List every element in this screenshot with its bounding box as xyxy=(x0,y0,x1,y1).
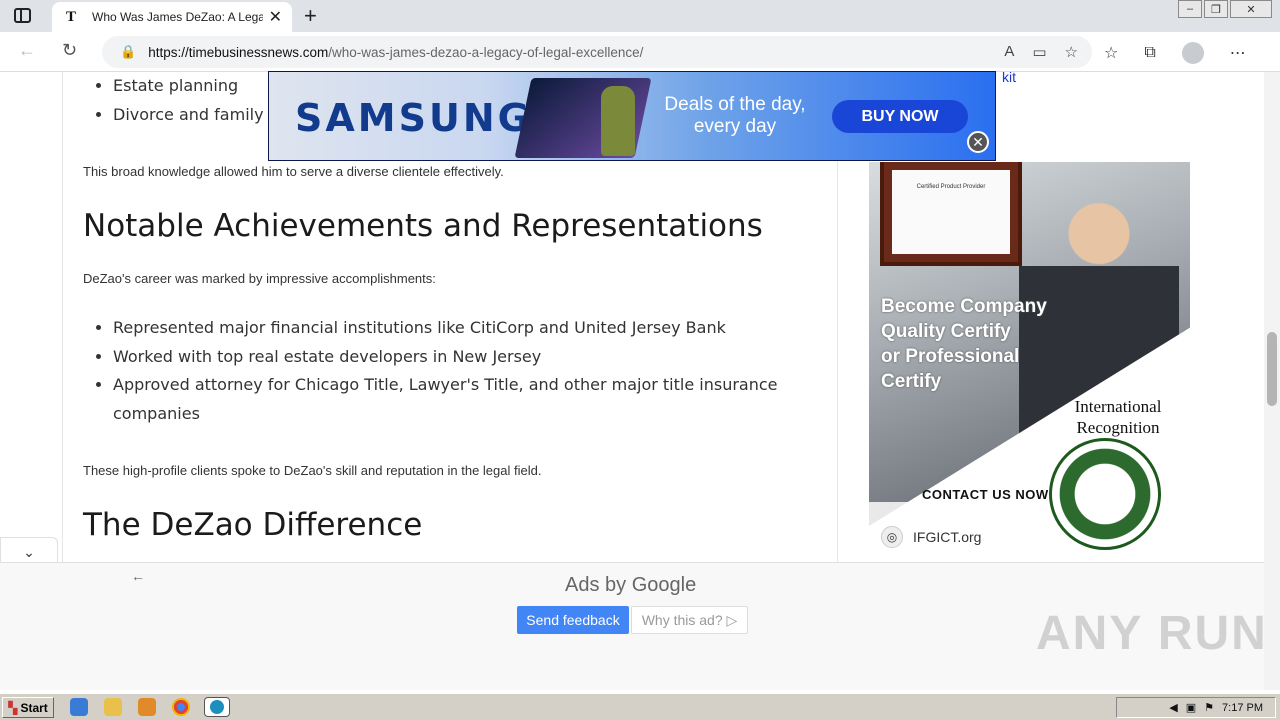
refresh-icon[interactable]: ↻ xyxy=(62,40,77,61)
url-actions: A ▭ ☆ xyxy=(1004,43,1078,61)
add-favorite-icon[interactable]: ☆ xyxy=(1065,43,1078,61)
ifgict-seal-logo xyxy=(1049,438,1161,550)
network-icon[interactable]: ▣ xyxy=(1186,701,1196,714)
section-heading: The DeZao Difference xyxy=(83,507,423,543)
clock[interactable]: 7:17 PM xyxy=(1222,702,1263,714)
ad-tagline: Deals of the day, every day xyxy=(664,94,806,137)
taskbar: ▚ Start ◀ ▣ ⚑ 7:17 PM xyxy=(0,693,1280,720)
list-item: Represented major financial institutions… xyxy=(113,314,778,343)
window-controls: – ❐ ✕ xyxy=(1176,0,1272,18)
anyrun-watermark: ANY RUN xyxy=(1036,607,1268,660)
address-toolbar: ← ↻ 🔒 https://timebusinessnews.com/who-w… xyxy=(0,32,1280,72)
practice-areas-list: Estate planning Divorce and family la xyxy=(113,72,283,129)
minimize-button[interactable]: – xyxy=(1178,0,1202,18)
contact-us-label[interactable]: CONTACT US NOW xyxy=(922,487,1049,502)
samsung-ad-banner[interactable]: SAMSUNG Deals of the day, every day BUY … xyxy=(268,71,996,161)
section-heading: Notable Achievements and Representations xyxy=(83,208,763,244)
international-recognition: International Recognition xyxy=(1074,397,1162,437)
ifgict-ad[interactable]: Certified Product Provider Become Compan… xyxy=(869,162,1190,557)
tab-title: Who Was James DeZao: A Legacy xyxy=(92,10,263,24)
back-icon[interactable]: ← xyxy=(18,40,36,61)
send-feedback-button[interactable]: Send feedback xyxy=(517,606,629,634)
why-this-ad-button[interactable]: Why this ad? ▷ xyxy=(631,606,748,634)
windows-logo-icon: ▚ xyxy=(8,700,18,715)
profile-avatar[interactable] xyxy=(1181,42,1204,64)
edge-taskbar-button[interactable] xyxy=(204,697,230,717)
achievements-list: Represented major financial institutions… xyxy=(113,314,778,428)
new-tab-icon[interactable]: + xyxy=(304,3,317,29)
favorites-icon[interactable]: ☆ xyxy=(1104,43,1118,63)
media-player-icon[interactable] xyxy=(138,698,156,716)
paragraph: DeZao's career was marked by impressive … xyxy=(83,271,436,286)
tab-bar: T Who Was James DeZao: A Legacy ✕ + – ❐ … xyxy=(0,0,1280,32)
site-favicon-icon: T xyxy=(66,8,77,25)
back-arrow-icon[interactable]: ← xyxy=(131,568,145,584)
paragraph: This broad knowledge allowed him to serv… xyxy=(83,164,504,179)
url-bar[interactable]: 🔒 https://timebusinessnews.com/who-was-j… xyxy=(102,36,1092,68)
more-menu-icon[interactable]: ⋯ xyxy=(1230,43,1246,63)
scrollbar[interactable] xyxy=(1264,72,1280,690)
collections-icon[interactable]: ⧉ xyxy=(1144,44,1155,62)
certificate-image: Certified Product Provider xyxy=(880,162,1022,266)
ad-headline: Become Company Quality Certify or Profes… xyxy=(881,296,1047,392)
list-item: Divorce and family la xyxy=(113,101,283,130)
immersive-reader-icon[interactable]: ▭ xyxy=(1032,43,1046,61)
read-aloud-icon[interactable]: A xyxy=(1004,43,1014,61)
lock-icon[interactable]: 🔒 xyxy=(120,44,136,60)
ie-icon[interactable] xyxy=(70,698,88,716)
samsung-logo: SAMSUNG xyxy=(295,96,532,140)
site-link[interactable]: ◎ IFGICT.org xyxy=(881,526,981,548)
paragraph: These high-profile clients spoke to DeZa… xyxy=(83,463,542,478)
chrome-icon[interactable] xyxy=(172,698,190,716)
tab-close-icon[interactable]: ✕ xyxy=(269,7,282,27)
list-item: Worked with top real estate developers i… xyxy=(113,343,778,372)
volume-icon[interactable]: ◀ xyxy=(1169,701,1177,714)
scroll-thumb[interactable] xyxy=(1267,332,1277,406)
restore-button[interactable]: ❐ xyxy=(1204,0,1228,18)
ads-by-google: Ads by Google xyxy=(565,574,697,596)
figure-image xyxy=(601,86,635,156)
url-text: https://timebusinessnews.com/who-was-jam… xyxy=(148,44,644,60)
edge-icon xyxy=(210,700,224,714)
tab-actions-icon[interactable] xyxy=(14,8,31,23)
list-item-continuation: companies xyxy=(113,403,200,423)
explorer-icon[interactable] xyxy=(104,698,122,716)
start-button[interactable]: ▚ Start xyxy=(2,697,54,718)
toolbar-icons: ☆ ⧉ ⋯ xyxy=(1104,42,1246,64)
browser-tab[interactable]: T Who Was James DeZao: A Legacy ✕ xyxy=(52,2,292,32)
ad-close-icon[interactable]: ✕ xyxy=(967,131,989,153)
system-tray: ◀ ▣ ⚑ 7:17 PM xyxy=(1116,697,1276,718)
flag-icon[interactable]: ⚑ xyxy=(1204,701,1214,714)
close-window-button[interactable]: ✕ xyxy=(1230,0,1272,18)
list-item: Approved attorney for Chicago Title, Law… xyxy=(113,371,778,400)
buy-now-button[interactable]: BUY NOW xyxy=(832,100,968,133)
sidebar-link[interactable]: kit xyxy=(1002,69,1016,85)
globe-icon: ◎ xyxy=(881,526,903,548)
list-item: Estate planning xyxy=(113,72,283,101)
